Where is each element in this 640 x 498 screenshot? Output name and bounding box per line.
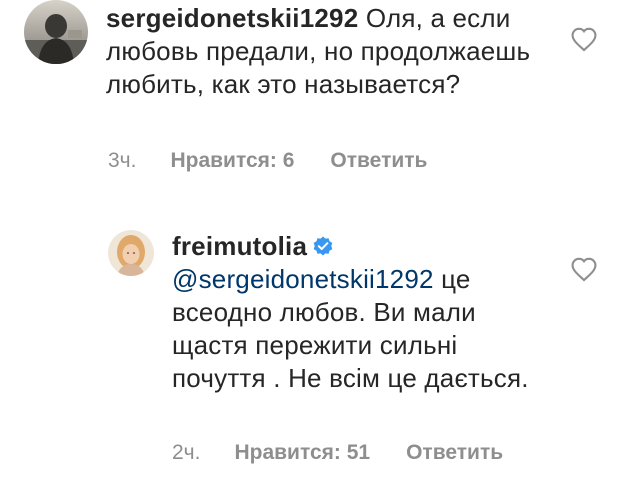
likes-count-button[interactable]: Нравится: 6 — [170, 149, 294, 173]
avatar[interactable] — [24, 0, 88, 64]
avatar-photo-icon — [108, 230, 154, 276]
comment-time: 3ч. — [108, 149, 137, 172]
reply-button[interactable]: Ответить — [406, 441, 503, 465]
heart-outline-icon[interactable] — [570, 26, 598, 52]
heart-outline-icon[interactable] — [570, 256, 598, 282]
comment-username[interactable]: sergeidonetskii1292 — [106, 3, 358, 33]
verified-badge-icon — [313, 236, 333, 256]
comment-meta: 2ч. Нравится: 51 Ответить — [172, 441, 503, 465]
comment-meta: 3ч. Нравится: 6 Ответить — [108, 149, 427, 173]
comment-body: sergeidonetskii1292 Оля, а если любовь п… — [106, 2, 556, 101]
reply-button[interactable]: Ответить — [330, 149, 427, 173]
comment-time: 2ч. — [172, 441, 201, 464]
likes-count-button[interactable]: Нравится: 51 — [234, 441, 370, 465]
avatar-photo-icon — [24, 0, 88, 64]
avatar[interactable] — [108, 230, 154, 276]
mention-link[interactable]: @sergeidonetskii1292 — [172, 264, 434, 294]
comment-body: freimutolia @sergeidonetskii1292 це всео… — [172, 230, 552, 395]
comment-username[interactable]: freimutolia — [172, 231, 307, 261]
